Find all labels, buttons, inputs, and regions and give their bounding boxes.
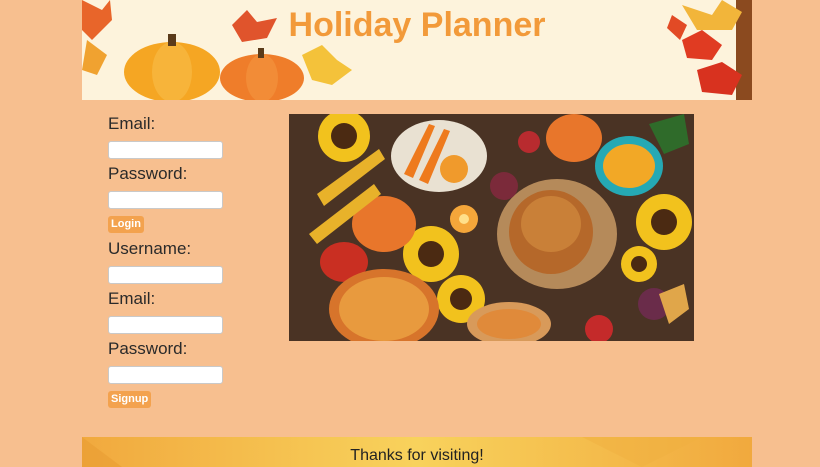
signup-username-input[interactable] — [108, 266, 223, 284]
signup-email-input[interactable] — [108, 316, 223, 334]
login-button[interactable]: Login — [108, 216, 144, 233]
signup-username-label: Username: — [108, 239, 192, 258]
login-email-label: Email: — [108, 114, 156, 133]
auth-forms: Email: Password: Login Username: Email: … — [108, 114, 268, 414]
signup-password-label: Password: — [108, 339, 188, 358]
signup-form: Username: Email: Password: Signup — [108, 239, 268, 414]
page-title: Holiday Planner — [288, 6, 546, 44]
thanksgiving-feast-illustration — [289, 114, 694, 341]
footer: Thanks for visiting! — [82, 437, 752, 467]
login-email-input[interactable] — [108, 141, 223, 159]
signup-password-input[interactable] — [108, 366, 223, 384]
header-banner: Holiday Planner — [82, 0, 752, 100]
signup-button[interactable]: Signup — [108, 391, 152, 408]
signup-email-label: Email: — [108, 289, 156, 308]
login-form: Email: Password: Login — [108, 114, 268, 239]
login-password-input[interactable] — [108, 191, 223, 209]
footer-text: Thanks for visiting! — [350, 447, 484, 464]
hero-image — [289, 114, 694, 341]
login-password-label: Password: — [108, 164, 188, 183]
